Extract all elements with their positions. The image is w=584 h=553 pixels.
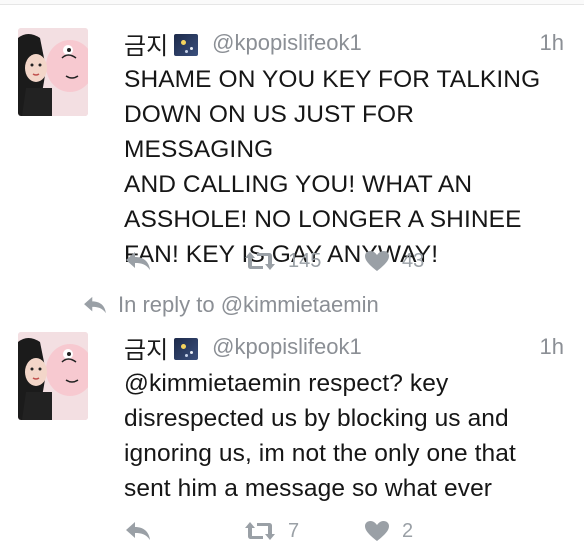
tweet-header: 금지 @kpopislifeok1 1h bbox=[124, 26, 564, 61]
username[interactable]: @kpopislifeok1 bbox=[212, 334, 362, 360]
avatar-photo-icon bbox=[18, 332, 88, 420]
retweet-button[interactable]: 145 bbox=[244, 250, 321, 273]
retweet-icon bbox=[245, 522, 275, 540]
night-sky-emoji-icon bbox=[174, 338, 199, 360]
tweet-actions: 7 2 bbox=[124, 516, 544, 546]
reply-icon bbox=[84, 296, 106, 314]
night-sky-emoji-icon bbox=[174, 34, 199, 56]
avatar-photo-icon bbox=[18, 28, 88, 116]
timestamp[interactable]: 1h bbox=[540, 334, 564, 360]
in-reply-label[interactable]: In reply to @kimmietaemin bbox=[118, 292, 379, 318]
heart-icon bbox=[365, 521, 389, 541]
reply-button[interactable] bbox=[124, 250, 184, 272]
tweet-header: 금지 @kpopislifeok1 1h bbox=[124, 330, 564, 365]
display-name[interactable]: 금지 bbox=[124, 330, 168, 365]
retweet-count: 7 bbox=[288, 519, 300, 542]
retweet-icon bbox=[245, 252, 275, 270]
display-name[interactable]: 금지 bbox=[124, 26, 168, 61]
retweet-count: 145 bbox=[288, 249, 322, 272]
avatar[interactable] bbox=[18, 332, 88, 420]
tweet-text: SHAME ON YOU KEY FOR TALKING DOWN ON US … bbox=[124, 66, 541, 268]
reply-button[interactable] bbox=[124, 520, 184, 542]
like-count: 2 bbox=[402, 519, 414, 542]
username[interactable]: @kpopislifeok1 bbox=[212, 30, 362, 56]
avatar[interactable] bbox=[18, 28, 88, 116]
top-divider bbox=[0, 0, 584, 5]
tweet-actions: 145 43 bbox=[124, 246, 544, 276]
tweet-text: @kimmietaemin respect? key disrespected … bbox=[124, 370, 516, 502]
like-button[interactable]: 43 bbox=[364, 250, 424, 273]
in-reply-to[interactable]: In reply to @kimmietaemin bbox=[82, 290, 379, 320]
like-count: 43 bbox=[402, 249, 425, 272]
reply-icon bbox=[126, 252, 150, 270]
reply-icon bbox=[126, 522, 150, 540]
retweet-button[interactable]: 7 bbox=[244, 520, 299, 543]
like-button[interactable]: 2 bbox=[364, 520, 413, 543]
timestamp[interactable]: 1h bbox=[540, 30, 564, 56]
heart-icon bbox=[365, 251, 389, 271]
